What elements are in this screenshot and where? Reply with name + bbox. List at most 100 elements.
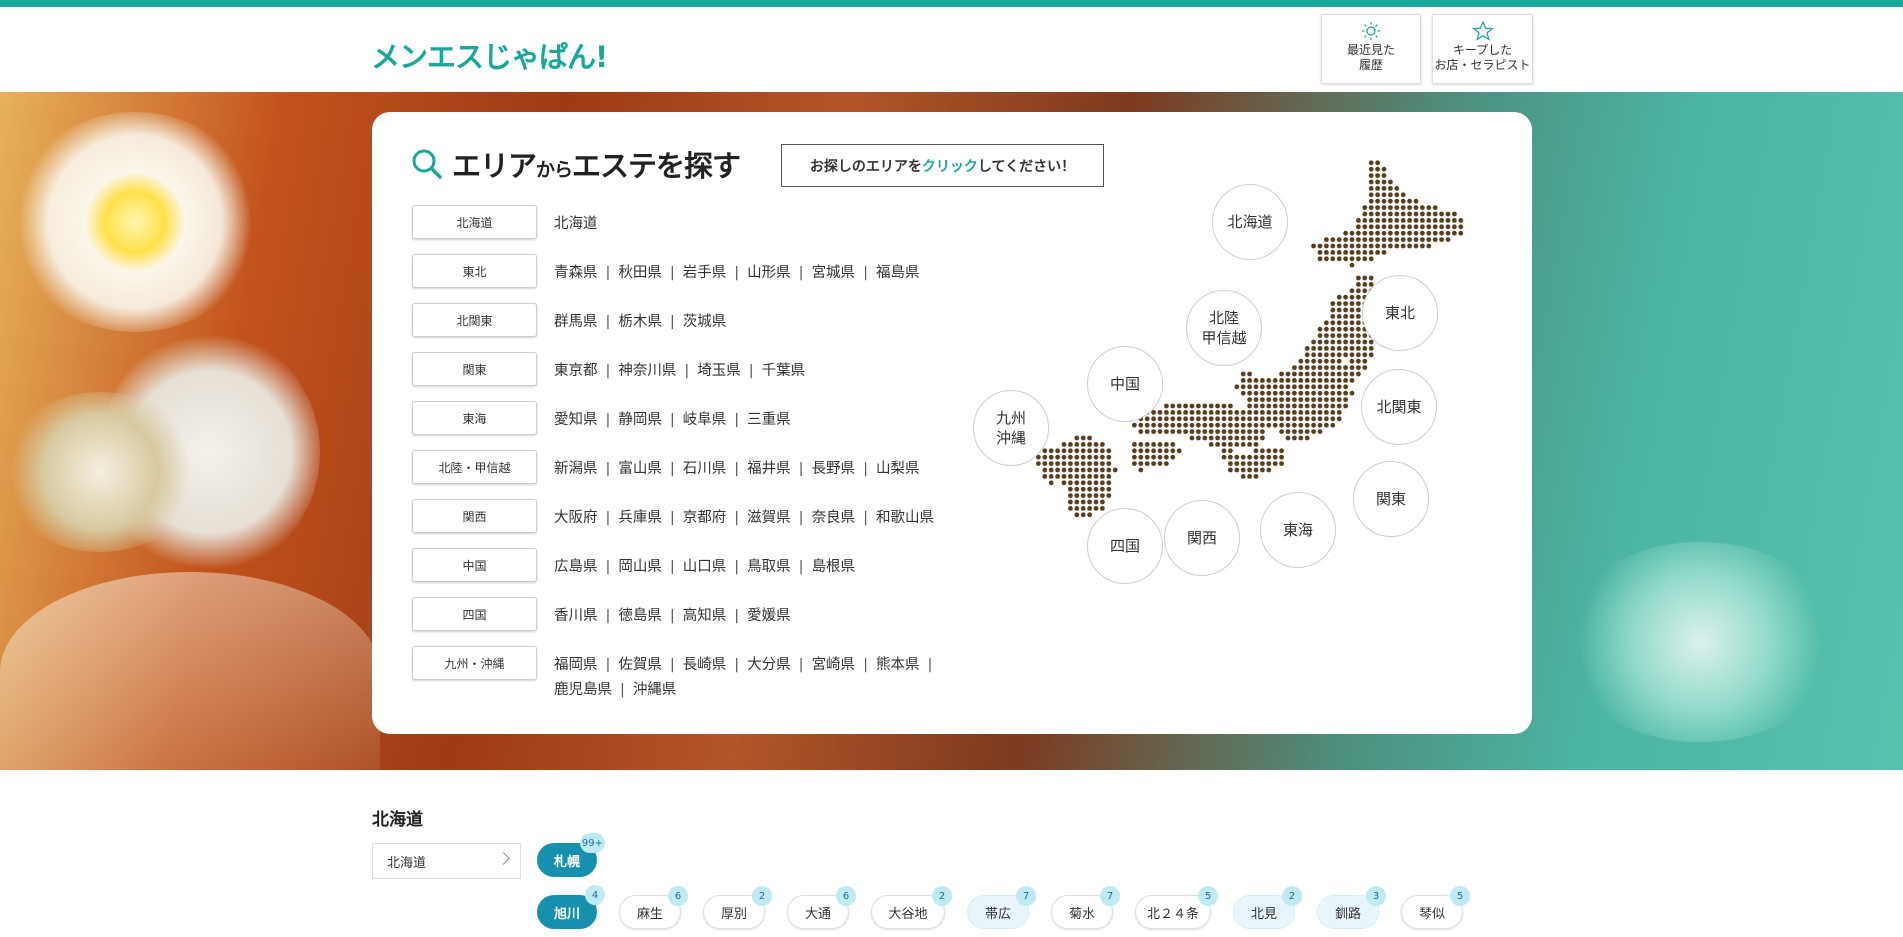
area-chip[interactable]: 厚別 2 xyxy=(703,886,772,929)
map-button-hokuriku-koshinetsu[interactable]: 北陸 甲信越 xyxy=(1186,290,1262,366)
map-dot xyxy=(1317,390,1323,396)
prefecture-link[interactable]: 香川県 xyxy=(554,608,598,624)
region-button[interactable]: 北関東 xyxy=(412,303,537,337)
prefecture-link[interactable]: 滋賀県 xyxy=(747,510,791,526)
prefecture-link[interactable]: 北海道 xyxy=(554,216,598,232)
prefecture-link[interactable]: 福井県 xyxy=(747,461,791,477)
prefecture-link[interactable]: 岐阜県 xyxy=(683,412,727,428)
prefecture-link[interactable]: 宮城県 xyxy=(812,265,856,281)
prefecture-link[interactable]: 青森県 xyxy=(554,265,598,281)
area-chip[interactable]: 大通 6 xyxy=(787,886,856,929)
map-dot xyxy=(1311,378,1316,383)
region-button[interactable]: 関東 xyxy=(412,352,537,386)
prefecture-link[interactable]: 長崎県 xyxy=(683,657,727,673)
prefecture-link[interactable]: 佐賀県 xyxy=(618,657,662,673)
area-chip[interactable]: 帯広 7 xyxy=(967,886,1036,929)
prefecture-link[interactable]: 千葉県 xyxy=(762,363,806,379)
map-dot xyxy=(1381,237,1387,242)
history-button[interactable]: 最近見た 履歴 xyxy=(1321,14,1421,84)
prefecture-link[interactable]: 福島県 xyxy=(876,265,920,281)
area-chip[interactable]: 麻生 6 xyxy=(619,886,688,929)
area-chip[interactable]: 大谷地 2 xyxy=(871,886,952,929)
prefecture-link[interactable]: 栃木県 xyxy=(618,314,662,330)
prefecture-link[interactable]: 埼玉県 xyxy=(697,363,741,379)
area-chip[interactable]: 旭川 4 xyxy=(537,885,605,929)
prefecture-link[interactable]: 高知県 xyxy=(683,608,727,624)
map-button-kitakanto[interactable]: 北関東 xyxy=(1361,369,1437,445)
prefecture-link[interactable]: 静岡県 xyxy=(618,412,662,428)
prefecture-link[interactable]: 新潟県 xyxy=(554,461,598,477)
prefecture-link[interactable]: 大阪府 xyxy=(554,510,598,526)
map-dot xyxy=(1317,397,1323,402)
map-dot xyxy=(1388,205,1393,210)
prefecture-link[interactable]: 神奈川県 xyxy=(618,363,676,379)
map-dot xyxy=(1138,454,1144,460)
prefecture-link[interactable]: 鹿児島県 xyxy=(554,682,612,698)
map-dot xyxy=(1074,493,1080,498)
area-chip-sapporo[interactable]: 札幌 99+ xyxy=(537,833,605,877)
area-chip[interactable]: 北２４条 5 xyxy=(1135,886,1218,929)
area-chip[interactable]: 釧路 3 xyxy=(1317,886,1386,929)
map-button-chugoku[interactable]: 中国 xyxy=(1087,346,1163,422)
prefecture-link[interactable]: 広島県 xyxy=(554,559,598,575)
prefecture-link[interactable]: 岡山県 xyxy=(618,559,662,575)
prefecture-link[interactable]: 長野県 xyxy=(812,461,856,477)
map-button-kyushu-okinawa[interactable]: 九州 沖縄 xyxy=(973,390,1049,466)
region-button[interactable]: 北陸・甲信越 xyxy=(412,450,537,484)
map-button-hokkaido[interactable]: 北海道 xyxy=(1212,184,1288,260)
prefecture-link[interactable]: 鳥取県 xyxy=(747,559,791,575)
region-button[interactable]: 北海道 xyxy=(412,205,537,239)
japan-map[interactable]: 東北 北関東 北海道 北陸 甲信越 中国 九州 沖縄 関東 東海 関西 四国 xyxy=(973,134,1502,714)
keep-button[interactable]: キープした お店・セラピスト xyxy=(1432,14,1533,84)
prefecture-link[interactable]: 沖縄県 xyxy=(633,682,677,698)
map-dot xyxy=(1183,429,1188,434)
prefecture-link[interactable]: 山梨県 xyxy=(876,461,920,477)
prefecture-select[interactable]: 北海道 xyxy=(372,843,521,879)
prefecture-links: 北海道 xyxy=(554,212,974,237)
map-dot xyxy=(1298,397,1304,402)
prefecture-link[interactable]: 石川県 xyxy=(683,461,727,477)
prefecture-link[interactable]: 愛媛県 xyxy=(747,608,791,624)
region-button[interactable]: 東北 xyxy=(412,254,537,288)
map-dot xyxy=(1048,448,1054,454)
prefecture-link[interactable]: 茨城県 xyxy=(683,314,727,330)
prefecture-link[interactable]: 愛知県 xyxy=(554,412,598,428)
site-logo[interactable]: メンエスじゃぱん! xyxy=(371,34,608,76)
region-button[interactable]: 東海 xyxy=(412,401,537,435)
prefecture-link[interactable]: 群馬県 xyxy=(554,314,598,330)
prefecture-link[interactable]: 三重県 xyxy=(747,412,791,428)
prefecture-link[interactable]: 徳島県 xyxy=(618,608,662,624)
separator: | xyxy=(798,559,804,575)
prefecture-link[interactable]: 熊本県 xyxy=(876,657,920,673)
prefecture-link[interactable]: 大分県 xyxy=(747,657,791,673)
area-chip[interactable]: 琴似 5 xyxy=(1401,886,1470,929)
area-chip[interactable]: 北見 2 xyxy=(1233,886,1302,929)
map-button-tohoku[interactable]: 東北 xyxy=(1362,275,1438,351)
prefecture-link[interactable]: 宮崎県 xyxy=(812,657,856,673)
prefecture-link[interactable]: 富山県 xyxy=(618,461,662,477)
region-button[interactable]: 九州・沖縄 xyxy=(412,646,537,680)
prefecture-link[interactable]: 秋田県 xyxy=(618,265,662,281)
prefecture-link[interactable]: 岩手県 xyxy=(683,265,727,281)
map-button-tokai[interactable]: 東海 xyxy=(1260,492,1336,568)
prefecture-link[interactable]: 京都府 xyxy=(683,510,727,526)
map-dot xyxy=(1330,314,1336,319)
region-button[interactable]: 中国 xyxy=(412,548,537,582)
map-button-shikoku[interactable]: 四国 xyxy=(1087,508,1163,584)
map-button-kanto[interactable]: 関東 xyxy=(1353,461,1429,537)
prefecture-link[interactable]: 奈良県 xyxy=(812,510,856,526)
map-button-kansai[interactable]: 関西 xyxy=(1164,500,1240,576)
prefecture-link[interactable]: 兵庫県 xyxy=(618,510,662,526)
prefecture-link[interactable]: 山形県 xyxy=(747,265,791,281)
prefecture-link[interactable]: 福岡県 xyxy=(554,657,598,673)
region-button[interactable]: 四国 xyxy=(412,597,537,631)
prefecture-link[interactable]: 和歌山県 xyxy=(876,510,934,526)
region-button[interactable]: 関西 xyxy=(412,499,537,533)
map-dot xyxy=(1279,371,1284,377)
area-chip[interactable]: 菊水 7 xyxy=(1051,886,1120,929)
prefecture-link[interactable]: 島根県 xyxy=(812,559,856,575)
map-dot xyxy=(1388,224,1393,230)
prefecture-link[interactable]: 山口県 xyxy=(683,559,727,575)
prefecture-link[interactable]: 東京都 xyxy=(554,363,598,379)
map-dot xyxy=(1080,486,1086,492)
